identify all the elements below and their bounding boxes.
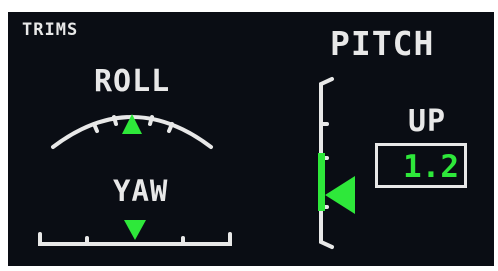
trims-panel: TRIMS ROLL YAW PITCH UP 1.2: [8, 12, 494, 266]
pitch-indicator-icon: [325, 176, 355, 214]
yaw-indicator-icon: [124, 220, 146, 240]
pitch-trim-bar: [318, 153, 325, 211]
trim-gauges: [38, 77, 355, 249]
